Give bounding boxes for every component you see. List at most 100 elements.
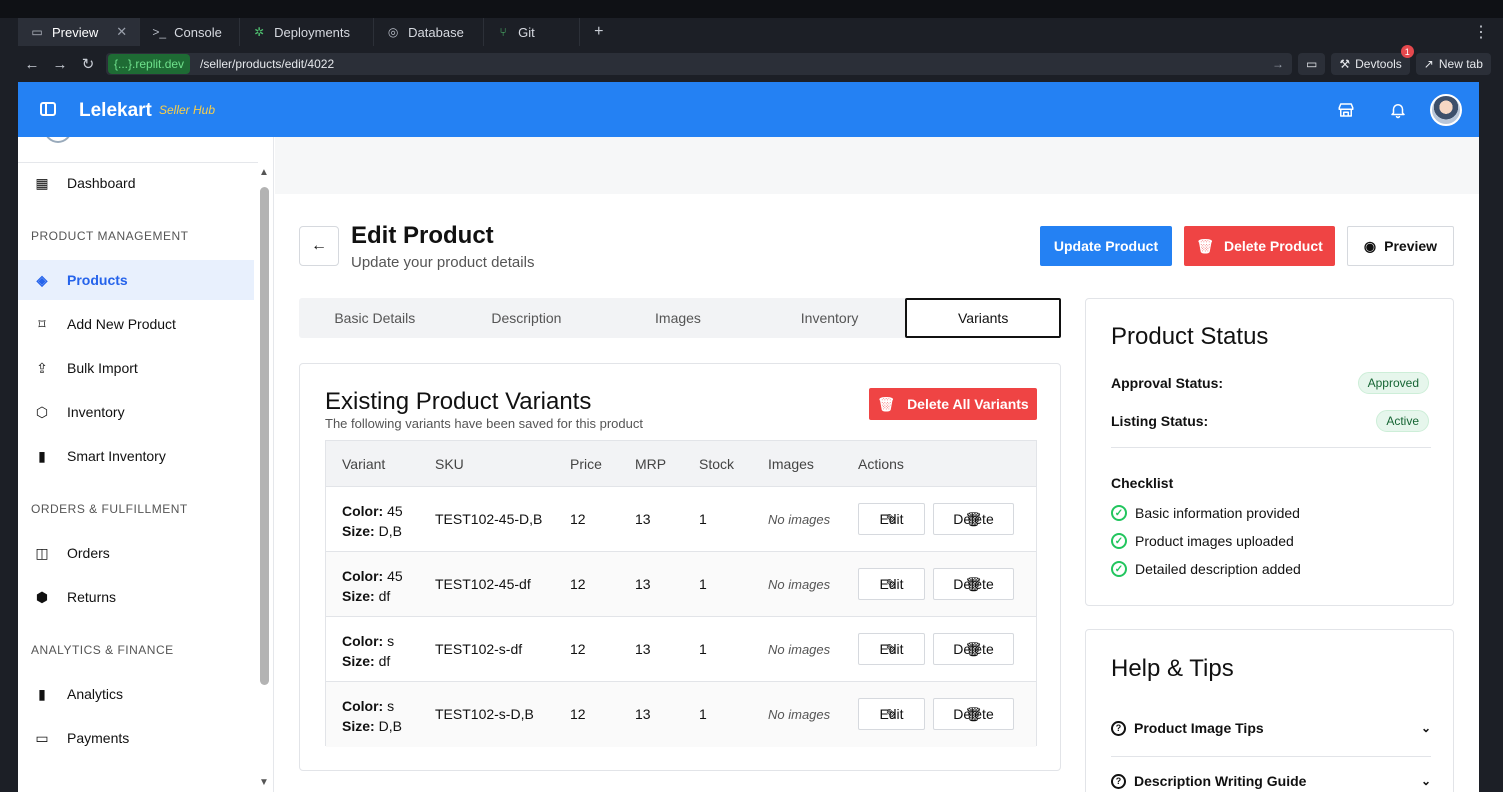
ide-tab-bar: ▭ Preview ✕ >_ Console ✲ Deployments ◎ D… [18, 18, 1503, 46]
images-cell: No images [768, 642, 831, 657]
devtools-button[interactable]: ⚒ Devtools 1 [1331, 45, 1414, 75]
edit-button[interactable]: ✎ Edit [858, 503, 925, 535]
price-cell: 12 [570, 641, 586, 657]
mrp-cell: 13 [635, 576, 651, 592]
edit-button[interactable]: ✎ Edit [858, 698, 925, 730]
avatar[interactable] [1430, 94, 1462, 126]
column-header: Stock [699, 456, 735, 472]
preview-button[interactable]: ◉ Preview [1347, 226, 1454, 266]
external-link-icon: ↗ [1423, 57, 1434, 71]
tab-deployments[interactable]: ✲ Deployments [240, 18, 375, 46]
sidebar-item-smart-inventory[interactable]: ▮ Smart Inventory [18, 436, 254, 476]
delete-product-label: Delete Product [1223, 238, 1323, 254]
more-icon[interactable]: ⋮ [1473, 22, 1489, 42]
tab-description[interactable]: Description [451, 298, 603, 338]
scroll-up-icon[interactable]: ▲ [259, 167, 269, 178]
checklist-item-label: Basic information provided [1135, 505, 1300, 521]
back-button[interactable]: ← [299, 226, 339, 266]
bookmark-icon: ⌑ [38, 315, 46, 332]
edit-button[interactable]: ✎ Edit [858, 568, 925, 600]
listing-status-label: Listing Status: [1111, 413, 1209, 429]
sidebar-item-payments[interactable]: ▭ Payments [18, 718, 254, 758]
edit-button[interactable]: ✎ Edit [858, 633, 925, 665]
images-cell: No images [768, 577, 831, 592]
sidebar-item-label: Add New Product [67, 316, 176, 332]
variant-cell: Color: s Size: df [342, 633, 395, 669]
sidebar-item-analytics[interactable]: ▮ Analytics [18, 674, 254, 714]
edit-label: Edit [879, 706, 904, 722]
add-tab-button[interactable]: + [580, 18, 617, 46]
tab-basic-details[interactable]: Basic Details [299, 298, 451, 338]
tab-label: Git [518, 24, 535, 40]
new-tab-button[interactable]: ↗ New tab [1415, 53, 1491, 75]
sidebar-item-products[interactable]: ◈ Products [18, 260, 254, 300]
page-title: Edit Product [351, 222, 494, 249]
bell-icon[interactable] [1389, 101, 1407, 119]
delete-button[interactable]: 🗑 Delete [933, 568, 1014, 600]
git-icon: ⑂ [499, 25, 507, 39]
scroll-down-icon[interactable]: ▼ [259, 777, 269, 788]
delete-all-label: Delete All Variants [907, 396, 1029, 412]
delete-button[interactable]: 🗑 Delete [933, 503, 1014, 535]
accordion-description-writing-guide[interactable]: ? Description Writing Guide ⌄ [1111, 761, 1431, 792]
column-header: Variant [342, 456, 386, 472]
layers-icon: ◈ [36, 271, 48, 288]
update-product-button[interactable]: Update Product [1040, 226, 1172, 266]
sidebar-scrollbar[interactable]: ▲ ▼ [258, 167, 272, 792]
go-arrow-icon[interactable]: → [1272, 57, 1284, 71]
sidebar-item-inventory[interactable]: ⬡ Inventory [18, 392, 254, 432]
forward-arrow-icon[interactable]: → [46, 56, 74, 73]
new-tab-label: New tab [1438, 57, 1483, 71]
sku-cell: TEST102-45-D,B [435, 511, 543, 527]
back-arrow-icon[interactable]: ← [18, 56, 46, 73]
mrp-cell: 13 [635, 706, 651, 722]
approval-status-badge: Approved [1357, 372, 1429, 394]
sidebar-item-label: Analytics [67, 686, 124, 702]
table-row: Color: s Size: df TEST102-s-df 12 13 1 No… [326, 617, 1036, 682]
url-domain: {...}.replit.dev [108, 54, 191, 74]
wrench-icon: ⚒ [1339, 57, 1351, 71]
brand-logo[interactable]: Lelekart [79, 100, 152, 122]
tab-preview[interactable]: ▭ Preview ✕ [18, 18, 141, 46]
sku-cell: TEST102-s-D,B [435, 706, 534, 722]
sidebar-item-add-new-product[interactable]: ⌑ Add New Product [18, 304, 254, 344]
sidebar-item-dashboard[interactable]: ▦ Dashboard [18, 163, 254, 203]
sidebar-item-returns[interactable]: ⬢ Returns [18, 577, 254, 617]
tab-inventory[interactable]: Inventory [754, 298, 906, 338]
preview-label: Preview [1384, 238, 1438, 254]
delete-product-button[interactable]: 🗑 Delete Product [1184, 226, 1335, 266]
box-icon: ⬢ [35, 588, 49, 605]
tab-database[interactable]: ◎ Database [374, 18, 485, 46]
url-bar: ← → ↻ {...}.replit.dev /seller/products/… [18, 45, 1503, 78]
delete-button[interactable]: 🗑 Delete [933, 698, 1014, 730]
scrollbar-thumb[interactable] [260, 187, 269, 685]
edit-label: Edit [879, 576, 904, 592]
chevron-down-icon: ⌄ [1420, 774, 1431, 788]
chevron-down-icon: ⌄ [1420, 721, 1431, 735]
tab-console[interactable]: >_ Console [140, 18, 241, 46]
checklist-item-label: Detailed description added [1135, 561, 1301, 577]
tab-git[interactable]: ⑂ Git [484, 18, 581, 46]
delete-all-variants-button[interactable]: 🗑 Delete All Variants [869, 388, 1037, 420]
sidebar-item-bulk-import[interactable]: ⇪ Bulk Import [18, 348, 254, 388]
column-header: MRP [635, 456, 667, 472]
sidebar-item-orders[interactable]: ◫ Orders [18, 533, 254, 573]
product-tabs: Basic Details Description Images Invento… [299, 298, 1061, 338]
checklist-item-label: Product images uploaded [1135, 533, 1294, 549]
device-button[interactable]: ▭ [1298, 53, 1326, 75]
close-icon[interactable]: ✕ [116, 24, 127, 40]
url-path: /seller/products/edit/4022 [200, 57, 335, 71]
address-input[interactable]: {...}.replit.dev /seller/products/edit/4… [106, 53, 1292, 75]
sku-cell: TEST102-s-df [435, 641, 523, 657]
tab-variants[interactable]: Variants [905, 298, 1061, 338]
accordion-product-image-tips[interactable]: ? Product Image Tips ⌄ [1111, 708, 1431, 748]
delete-button[interactable]: 🗑 Delete [933, 633, 1014, 665]
product-status-card: Product Status Approval Status: Approved… [1085, 298, 1454, 606]
tab-label: Database [408, 24, 464, 40]
bar-chart-icon: ▮ [38, 447, 46, 464]
reload-icon[interactable]: ↻ [74, 55, 102, 73]
tab-images[interactable]: Images [602, 298, 754, 338]
store-icon[interactable] [1337, 101, 1355, 119]
brand-subtitle: Seller Hub [159, 103, 216, 117]
sidebar-toggle-icon[interactable] [40, 102, 56, 116]
